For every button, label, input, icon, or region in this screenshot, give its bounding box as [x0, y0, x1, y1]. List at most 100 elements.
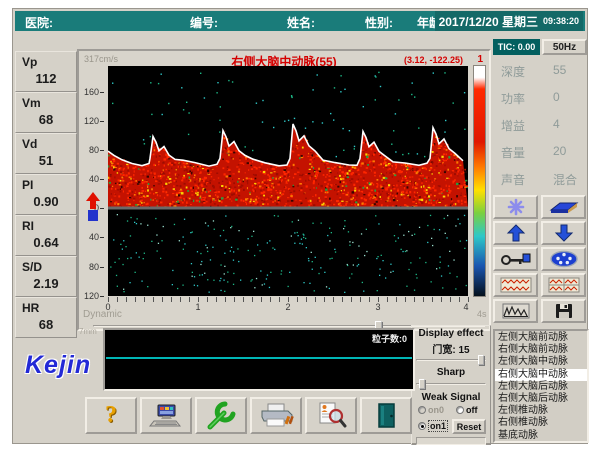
artery-item[interactable]: 左侧大脑前动脉: [495, 332, 587, 344]
sound-value: 混合: [553, 171, 577, 188]
reset-button[interactable]: Reset: [452, 419, 486, 434]
vd-value: 51: [16, 153, 76, 168]
sound-label: 声音: [501, 171, 525, 188]
measure-vd: Vd51: [15, 133, 77, 174]
hospital-label: 医院:: [25, 14, 53, 31]
sharp-label: Sharp: [412, 367, 490, 378]
volume-value: 20: [553, 144, 566, 158]
x-tick: 2: [285, 302, 290, 312]
mmode-depth-line: [106, 357, 412, 359]
exit-button[interactable]: [360, 397, 412, 434]
param-sound: 声音 混合: [495, 169, 587, 189]
artery-listbox: 左侧大脑前动脉 右侧大脑前动脉 左侧大脑中动脉 右侧大脑中动脉 左侧大脑后动脉 …: [493, 329, 589, 443]
save-button[interactable]: [541, 299, 586, 323]
artery-item[interactable]: 右侧椎动脉: [495, 417, 587, 429]
gate-slider-thumb[interactable]: [478, 355, 484, 365]
setup-button[interactable]: [195, 397, 247, 434]
ri-value: 0.64: [16, 235, 76, 250]
measure-vp: Vp 112: [15, 51, 77, 92]
patient-name-label: 姓名:: [287, 14, 315, 31]
param-power: 功率 0: [495, 88, 587, 108]
measure-hr: HR68: [15, 297, 77, 338]
spectrum-panel: 317cm/s 右侧大脑中动脉(55) (3.12, -122.25) 1 16…: [77, 49, 491, 331]
artery-item[interactable]: 左侧椎动脉: [495, 405, 587, 417]
sd-label: S/D: [22, 260, 42, 274]
radio-on1-label: on1: [428, 420, 448, 432]
depth-value: 55: [553, 63, 566, 77]
artery-item-selected[interactable]: 右侧大脑中动脉: [495, 369, 587, 381]
radio-on0-label: on0: [428, 405, 444, 415]
patient-id-label: 编号:: [190, 14, 218, 31]
gate-width-slider[interactable]: [416, 355, 486, 365]
eraser-icon: [547, 198, 581, 216]
probe-button[interactable]: [493, 247, 538, 271]
scroll-down-button[interactable]: [541, 221, 586, 245]
radio-on1[interactable]: on1: [418, 420, 448, 432]
y-tick: 40: [79, 174, 104, 184]
y-tick: 120: [79, 116, 104, 126]
sd-value: 2.19: [16, 276, 76, 291]
key-icon: [499, 250, 533, 268]
freeze-button[interactable]: [493, 195, 538, 219]
display-effect-title: Display effect: [412, 328, 490, 339]
exit-door-icon: [366, 401, 406, 431]
param-depth: 深度 55: [495, 61, 587, 81]
tic-value: TIC: 0.00: [498, 42, 536, 52]
mmode-display[interactable]: 粒子数:0: [103, 328, 415, 391]
depth-label: 深度: [501, 63, 525, 80]
artery-item[interactable]: 右侧大脑后动脉: [495, 393, 587, 405]
status-field: [416, 437, 486, 445]
vp-label: Vp: [22, 55, 37, 69]
envelope-button[interactable]: [493, 299, 538, 323]
cine-reel-icon: [547, 250, 581, 268]
print-button[interactable]: [250, 397, 302, 434]
quad-view-icon: [547, 276, 581, 294]
radio-on0[interactable]: on0: [418, 405, 444, 415]
y-tick: 40: [79, 232, 104, 242]
x-tick: 1: [195, 302, 200, 312]
sharp-slider[interactable]: [416, 379, 486, 389]
gain-value: 4: [553, 117, 560, 131]
patient-input-button[interactable]: [140, 397, 192, 434]
hr-label: HR: [22, 301, 39, 315]
spectrogram-canvas[interactable]: [108, 66, 468, 296]
colorbar-index: 1: [477, 54, 483, 65]
gender-label: 性别:: [365, 14, 393, 31]
gain-label: 增益: [501, 117, 525, 134]
power-value: 0: [553, 90, 560, 104]
time-text: 09:38:20: [543, 16, 579, 26]
scroll-up-button[interactable]: [493, 221, 538, 245]
power-label: 功率: [501, 90, 525, 107]
gate-width-row: 门宽: 15: [412, 341, 490, 356]
save-icon: [547, 302, 581, 320]
help-button[interactable]: ?: [85, 397, 137, 434]
y-tick: 80: [79, 145, 104, 155]
tic-display: TIC: 0.00: [493, 39, 540, 55]
quad-view-button[interactable]: [541, 273, 586, 297]
erase-button[interactable]: [541, 195, 586, 219]
artery-item[interactable]: 左侧大脑后动脉: [495, 381, 587, 393]
brand-logo: Kejin: [25, 351, 91, 380]
vp-value: 112: [16, 71, 76, 86]
duration-label: 4s: [477, 309, 487, 319]
single-view-button[interactable]: [493, 273, 538, 297]
velocity-colorbar: [473, 65, 486, 297]
artery-item[interactable]: 右侧大脑前动脉: [495, 344, 587, 356]
datetime-display: 2017/12/20 星期三 09:38:20: [435, 11, 583, 31]
single-view-icon: [499, 276, 533, 294]
cine-loop-button[interactable]: [541, 247, 586, 271]
date-text: 2017/12/20 星期三: [439, 13, 538, 30]
wrench-icon: [201, 401, 241, 431]
sharp-slider-thumb[interactable]: [419, 379, 425, 389]
up-arrow-icon: [86, 192, 100, 209]
x-tick: 3: [375, 302, 380, 312]
display-effect-panel: Display effect 门宽: 15 Sharp Weak Signal …: [411, 325, 491, 445]
vm-value: 68: [16, 112, 76, 127]
artery-item[interactable]: 基底动脉: [495, 430, 587, 442]
arrow-down-icon: [547, 224, 581, 242]
help-icon: ?: [105, 402, 117, 429]
artery-item[interactable]: 左侧大脑中动脉: [495, 356, 587, 368]
frequency-button[interactable]: 50Hz: [542, 39, 587, 55]
radio-off[interactable]: off: [456, 405, 478, 415]
record-search-button[interactable]: [305, 397, 357, 434]
